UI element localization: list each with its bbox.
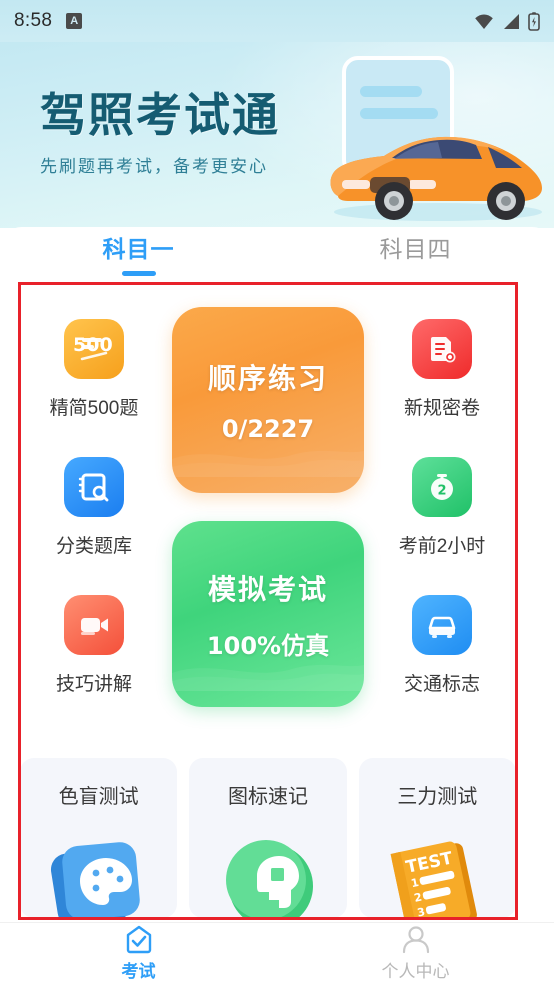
banner-card-line-1 [360,86,422,97]
sequential-practice-card[interactable]: 顺序练习 0/2227 [172,307,364,493]
person-profile-icon [402,926,429,954]
app-subtitle: 先刷题再考试，备考更安心 [40,157,268,176]
category-book-search-icon [50,442,138,531]
exam-check-envelope-icon [126,925,151,954]
shortcut-simplified-500[interactable]: 500 精简500题 [20,304,168,420]
right-shortcut-column: 新规密卷 2 考前2小时 交通标志 [368,300,516,714]
document-paper-icon [398,304,486,393]
shortcut-traffic-signs[interactable]: 交通标志 [368,580,516,696]
nav-item-profile[interactable]: 个人中心 [277,923,554,984]
status-icons [473,11,540,31]
bottom-navigation[interactable]: 考试 个人中心 [0,922,554,984]
color-palette-card-icon [50,842,140,918]
shortcut-two-hours-before[interactable]: 2 考前2小时 [368,442,516,558]
sequential-practice-title: 顺序练习 [207,363,328,394]
shortcut-category-bank-label: 分类题库 [55,535,132,557]
tab-active-underline [121,271,156,276]
test-book-icon: TEST 1 2 3 [390,841,478,918]
signal-icon [504,13,519,29]
shortcut-two-hours-before-label: 考前2小时 [398,535,486,557]
car-front-icon [398,580,486,669]
shortcut-skill-lecture-label: 技巧讲解 [55,673,132,695]
brain-head-icon [225,840,313,918]
tile-icon-memorization-label: 图标速记 [227,786,308,808]
tab-subject-one-label: 科目一 [102,236,175,262]
status-bar: 8:58 A [0,0,554,42]
shortcut-new-rule-papers-label: 新规密卷 [403,397,480,419]
wifi-icon [475,14,493,29]
app-root: 驾照考试通 先刷题再考试，备考更安心 8:58 A 科目一 科目四 500 精简… [0,0,554,984]
tab-subject-four-label: 科目四 [379,236,452,262]
tile-three-abilities-test-label: 三力测试 [397,786,478,808]
card-wave-decoration-2 [172,664,364,691]
shortcut-category-bank[interactable]: 分类题库 [20,442,168,558]
subject-tabs[interactable]: 科目一 科目四 [0,228,554,280]
main-content: 500 精简500题 分类题库 技巧讲解 顺序练习 0/2227 模拟考试 10… [20,284,516,918]
book-500-badge: 500 [73,333,113,356]
video-camera-icon [50,580,138,669]
banner-text-block: 驾照考试通 先刷题再考试，备考更安心 [40,92,280,177]
status-app-badge-icon: A [66,13,83,29]
status-time: 8:58 [14,10,53,31]
app-title: 驾照考试通 [40,88,280,142]
left-shortcut-column: 500 精简500题 分类题库 技巧讲解 [20,300,168,714]
nav-item-exam[interactable]: 考试 [0,923,277,984]
bottom-tiles-row: 色盲测试 图标速记 三力测试 TEST 1 2 3 [20,758,516,918]
battery-icon [528,11,540,31]
tile-color-blind-test-label: 色盲测试 [58,786,139,808]
card-wave-decoration [172,450,364,477]
tile-three-abilities-test[interactable]: 三力测试 TEST 1 2 3 [358,758,516,918]
timer-2-icon: 2 [398,442,486,531]
book-500-icon: 500 [50,304,138,393]
mock-exam-card[interactable]: 模拟考试 100%仿真 [172,521,364,707]
shortcut-skill-lecture[interactable]: 技巧讲解 [20,580,168,696]
shortcut-new-rule-papers[interactable]: 新规密卷 [368,304,516,420]
tab-subject-one[interactable]: 科目一 [0,228,277,280]
nav-item-profile-label: 个人中心 [381,962,450,981]
tab-subject-four[interactable]: 科目四 [277,228,554,280]
tile-icon-memorization[interactable]: 图标速记 [189,758,347,918]
tile-color-blind-test[interactable]: 色盲测试 [20,758,178,918]
nav-item-exam-label: 考试 [121,962,156,981]
mock-exam-title: 模拟考试 [207,573,328,605]
orange-car-illustration [330,136,542,221]
shortcut-simplified-500-label: 精简500题 [49,397,139,419]
svg-text:2: 2 [437,483,446,498]
shortcut-traffic-signs-label: 交通标志 [403,673,480,695]
feature-grid: 500 精简500题 分类题库 技巧讲解 顺序练习 0/2227 模拟考试 10… [20,300,516,730]
